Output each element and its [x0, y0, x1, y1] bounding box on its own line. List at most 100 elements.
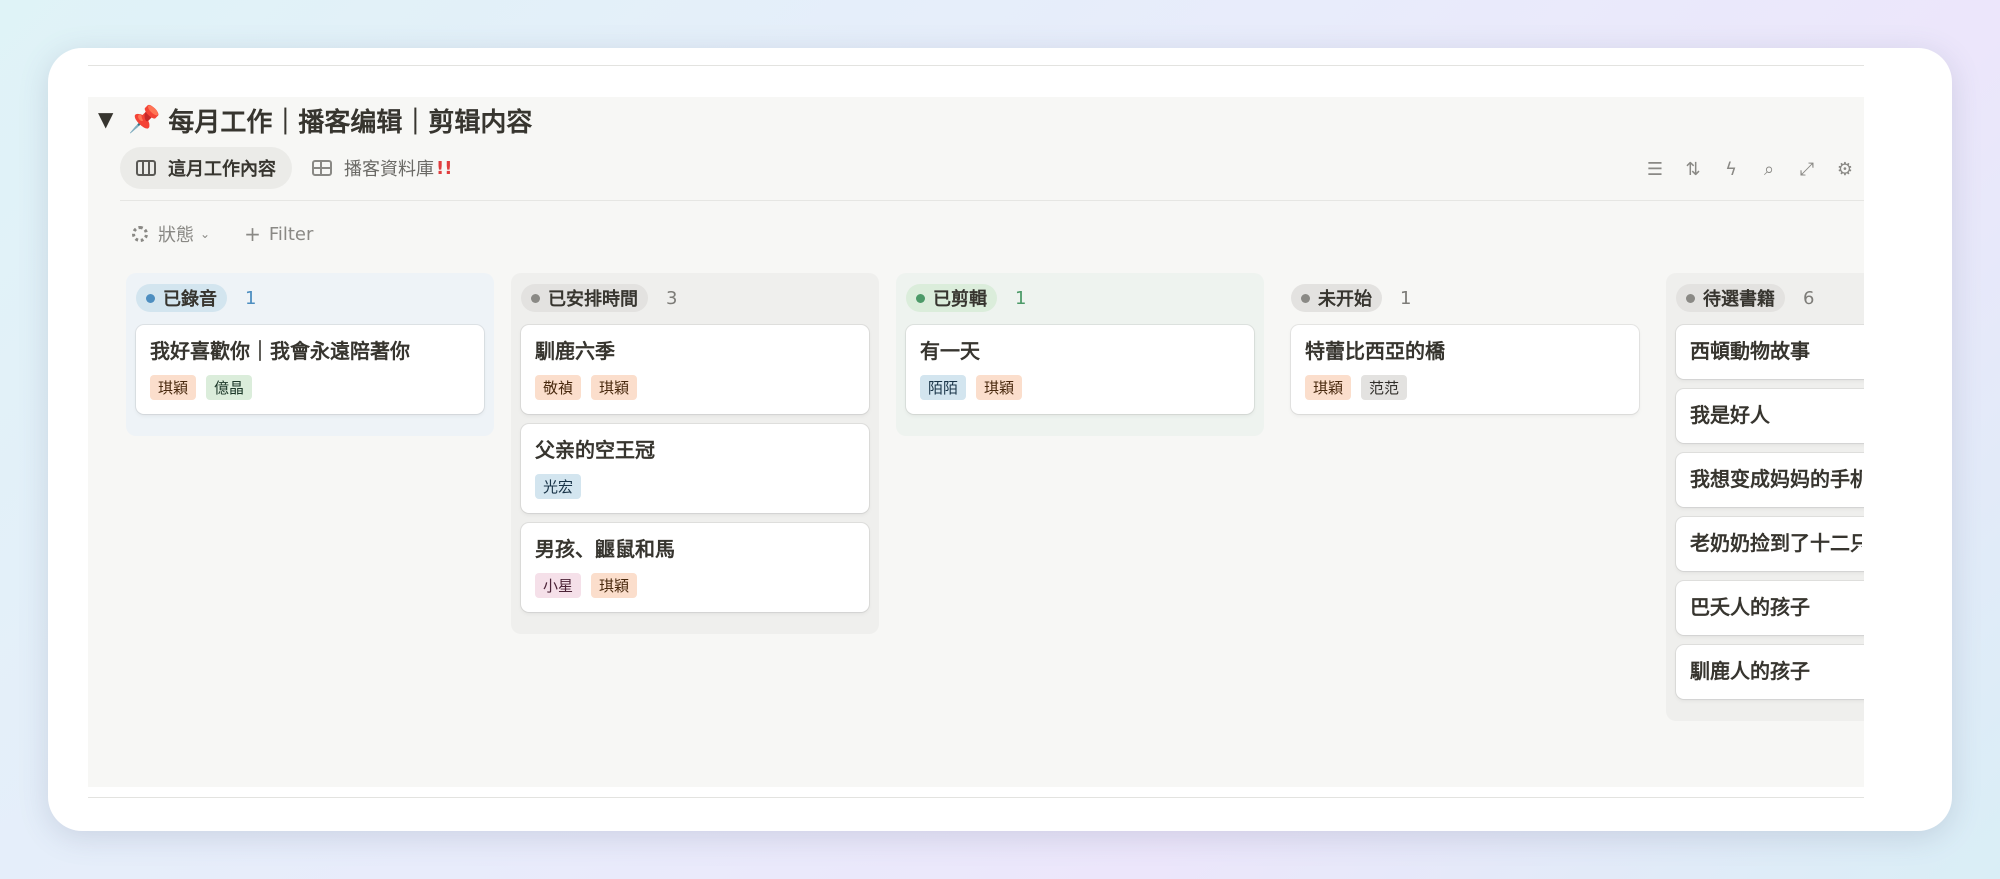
status-dot-icon [146, 293, 155, 303]
board-column: 已錄音 1 我好喜歡你｜我會永遠陪著你 琪穎 億晶 [126, 273, 494, 436]
card-tags: 小星 琪穎 [535, 573, 855, 598]
card-title: 我好喜歡你｜我會永遠陪著你 [150, 339, 410, 363]
database-section: ▼ 📌 每月工作｜播客编辑｜剪辑内容 這月工作內容 播客資料庫 !! ☰ ⇅ ϟ… [88, 97, 1864, 787]
board-card[interactable]: 特蕾比西亞的橋 琪穎 范范 [1291, 325, 1639, 414]
tab-table-view[interactable]: 播客資料庫 !! [296, 147, 468, 189]
status-pill[interactable]: 已錄音 [136, 284, 227, 312]
person-tag: 陌陌 [920, 375, 967, 400]
board-column: 未开始 1 特蕾比西亞的橋 琪穎 范范 [1281, 273, 1649, 436]
card-title: 有一天 [920, 339, 980, 363]
board-card[interactable]: 我是好人 [1676, 389, 1864, 443]
plus-icon: + [244, 222, 261, 246]
status-name: 未开始 [1318, 289, 1372, 310]
status-loader-icon [132, 226, 148, 242]
board-card[interactable]: 父亲的空王冠 光宏 [521, 424, 869, 513]
column-header: 待選書籍 6 [1676, 283, 1864, 313]
top-divider [88, 65, 1864, 66]
card-title: 老奶奶捡到了十二只 [1690, 531, 1862, 555]
person-tag: 琪穎 [591, 375, 638, 400]
view-toolbar: ☰ ⇅ ϟ ⌕ ⤢ ⚙ [1636, 155, 1864, 183]
board-card[interactable]: 我好喜歡你｜我會永遠陪著你 琪穎 億晶 [136, 325, 484, 414]
person-tag: 琪穎 [591, 573, 638, 598]
filter-bar: 狀態 ⌄ + Filter [132, 221, 313, 247]
person-tag: 琪穎 [150, 375, 197, 400]
card-tags: 敬禎 琪穎 [535, 375, 855, 400]
person-tag: 光宏 [535, 474, 582, 499]
status-pill[interactable]: 已安排時間 [521, 284, 648, 312]
chevron-down-icon: ⌄ [200, 227, 211, 241]
board-card[interactable]: 男孩、鼴鼠和馬 小星 琪穎 [521, 523, 869, 612]
app-window: ▼ 📌 每月工作｜播客编辑｜剪辑内容 這月工作內容 播客資料庫 !! ☰ ⇅ ϟ… [48, 48, 1952, 831]
board-icon [136, 160, 156, 176]
person-tag: 億晶 [206, 375, 253, 400]
bottom-divider [88, 797, 1864, 798]
column-header: 已安排時間 3 [521, 283, 869, 313]
search-icon[interactable]: ⌕ [1750, 155, 1788, 183]
tab-label: 播客資料庫 [344, 159, 434, 180]
card-title: 我想变成妈妈的手机 [1690, 467, 1862, 491]
status-name: 已錄音 [163, 289, 217, 310]
board-card[interactable]: 老奶奶捡到了十二只 [1676, 517, 1864, 571]
status-filter-button[interactable]: 狀態 ⌄ [132, 221, 210, 247]
column-count: 1 [1015, 287, 1027, 309]
status-dot-icon [916, 293, 925, 303]
person-tag: 琪穎 [1305, 375, 1352, 400]
add-filter-button[interactable]: + Filter [244, 222, 313, 246]
status-pill[interactable]: 待選書籍 [1676, 284, 1785, 312]
board-card[interactable]: 馴鹿六季敬禎 琪穎 [521, 325, 869, 414]
settings-sliders-icon[interactable]: ⚙ [1826, 155, 1864, 183]
person-tag: 小星 [535, 573, 582, 598]
card-tags: 琪穎 億晶 [150, 375, 470, 400]
status-filter-label: 狀態 [158, 225, 194, 246]
card-title: 西頓動物故事 [1690, 339, 1810, 363]
sort-icon[interactable]: ⇅ [1674, 155, 1712, 183]
person-tag: 范范 [1361, 375, 1408, 400]
board-card[interactable]: 我想变成妈妈的手机 [1676, 453, 1864, 507]
tab-board-view[interactable]: 這月工作內容 [120, 147, 292, 189]
card-title: 特蕾比西亞的橋 [1305, 339, 1445, 363]
status-pill[interactable]: 未开始 [1291, 284, 1382, 312]
board-card[interactable]: 巴夭人的孩子 [1676, 581, 1864, 635]
board-card[interactable]: 有一天陌陌 琪穎 [906, 325, 1254, 414]
board-card[interactable]: 西頓動物故事 [1676, 325, 1864, 379]
status-dot-icon [531, 293, 540, 303]
card-title: 馴鹿六季 [535, 339, 615, 363]
toolbar-divider [120, 200, 1864, 201]
status-name: 已剪輯 [933, 289, 987, 310]
card-title: 男孩、鼴鼠和馬 [535, 537, 675, 561]
person-tag: 敬禎 [535, 375, 582, 400]
board-column: 待選書籍 6 西頓動物故事我是好人我想变成妈妈的手机 老奶奶捡到了十二只 巴夭人的孩子馴… [1666, 273, 1864, 721]
status-name: 已安排時間 [548, 289, 638, 310]
status-name: 待選書籍 [1703, 289, 1775, 310]
status-pill[interactable]: 已剪輯 [906, 284, 997, 312]
column-count: 1 [245, 287, 257, 309]
section-title[interactable]: 每月工作｜播客编辑｜剪辑内容 [168, 102, 532, 139]
card-title: 巴夭人的孩子 [1690, 595, 1810, 619]
column-count: 3 [666, 287, 678, 309]
column-header: 已剪輯 1 [906, 283, 1254, 313]
status-dot-icon [1686, 293, 1695, 303]
board-column: 已剪輯 1 有一天陌陌 琪穎 [896, 273, 1264, 436]
table-icon [312, 160, 332, 176]
status-dot-icon [1301, 293, 1310, 303]
add-filter-label: Filter [268, 223, 314, 245]
view-tabs: 這月工作內容 播客資料庫 !! [120, 147, 472, 189]
lightning-icon[interactable]: ϟ [1712, 155, 1750, 183]
board-card[interactable]: 馴鹿人的孩子 [1676, 645, 1864, 699]
card-tags: 陌陌 琪穎 [920, 375, 1240, 400]
card-title: 父亲的空王冠 [535, 438, 655, 462]
column-count: 6 [1803, 287, 1815, 309]
section-header: 📌 每月工作｜播客编辑｜剪辑内容 [128, 99, 532, 141]
card-tags: 光宏 [535, 474, 855, 499]
column-header: 已錄音 1 [136, 283, 484, 313]
column-header: 未开始 1 [1291, 283, 1639, 313]
person-tag: 琪穎 [976, 375, 1023, 400]
card-title: 馴鹿人的孩子 [1690, 659, 1810, 683]
expand-icon[interactable]: ⤢ [1788, 155, 1826, 183]
double-exclamation-icon: !! [436, 157, 453, 179]
filter-lines-icon[interactable]: ☰ [1636, 155, 1674, 183]
card-tags: 琪穎 范范 [1305, 375, 1625, 400]
column-count: 1 [1400, 287, 1412, 309]
board-column: 已安排時間 3 馴鹿六季 敬禎 琪穎 父亲的空王冠 光宏 男孩、鼴鼠和馬 小星 琪穎 [511, 273, 879, 634]
collapse-toggle-icon[interactable]: ▼ [98, 107, 113, 131]
